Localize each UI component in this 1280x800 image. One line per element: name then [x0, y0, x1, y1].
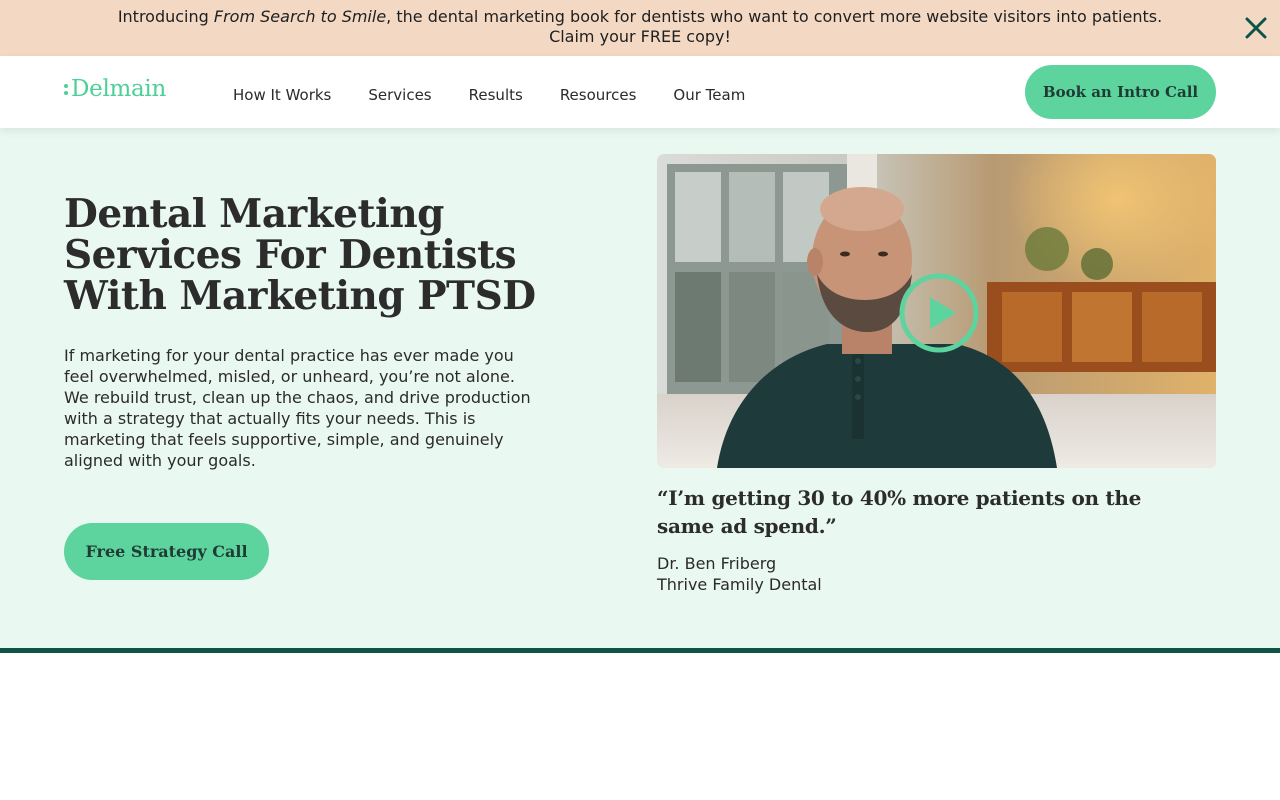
- logo-mark-icon: [64, 83, 68, 95]
- nav-how-it-works[interactable]: How It Works: [233, 86, 331, 104]
- close-icon[interactable]: [1242, 14, 1270, 42]
- section-divider: [0, 648, 1280, 653]
- testimonial-quote: “I’m getting 30 to 40% more patients on …: [657, 486, 1142, 538]
- testimonial-video[interactable]: [657, 154, 1216, 468]
- announcement-text[interactable]: Introducing From Search to Smile, the de…: [60, 7, 1220, 47]
- site-header: Delmain How It Works Services Results Re…: [0, 56, 1280, 128]
- hero-section: Dental Marketing Services For Dentists W…: [0, 128, 1280, 648]
- testimonial-author: Dr. Ben Friberg: [657, 554, 777, 573]
- testimonial-practice: Thrive Family Dental: [657, 575, 822, 594]
- nav-our-team[interactable]: Our Team: [673, 86, 745, 104]
- hero-description: If marketing for your dental practice ha…: [64, 346, 531, 470]
- hero-title: Dental Marketing Services For Dentists W…: [64, 191, 536, 319]
- logo[interactable]: Delmain: [64, 76, 166, 102]
- free-strategy-call-button[interactable]: Free Strategy Call: [64, 523, 269, 580]
- announcement-bar: Introducing From Search to Smile, the de…: [0, 0, 1280, 56]
- nav-resources[interactable]: Resources: [560, 86, 637, 104]
- play-icon[interactable]: [899, 273, 979, 353]
- nav-services[interactable]: Services: [368, 86, 431, 104]
- announcement-suffix: , the dental marketing book for dentists…: [386, 7, 1163, 26]
- book-intro-call-button[interactable]: Book an Intro Call: [1025, 65, 1216, 119]
- main-nav: How It Works Services Results Resources …: [233, 86, 782, 104]
- announcement-prefix: Introducing: [117, 7, 214, 26]
- logo-text: Delmain: [71, 76, 166, 102]
- nav-results[interactable]: Results: [469, 86, 523, 104]
- announcement-line-1: Introducing From Search to Smile, the de…: [60, 7, 1220, 27]
- announcement-book-title: From Search to Smile: [213, 7, 387, 26]
- announcement-line-2[interactable]: Claim your FREE copy!: [60, 27, 1220, 47]
